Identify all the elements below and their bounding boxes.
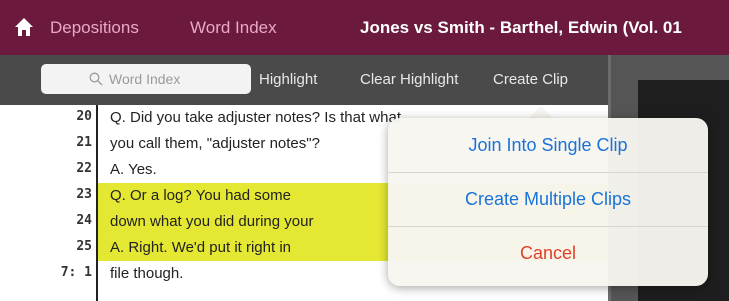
search-placeholder: Word Index	[109, 71, 181, 87]
line-text: you call them, "adjuster notes"?	[110, 135, 320, 152]
line-number: 21	[76, 135, 92, 150]
line-number: 23	[76, 187, 92, 202]
join-into-single-clip-button[interactable]: Join Into Single Clip	[388, 120, 708, 170]
line-number: 7: 1	[60, 265, 92, 280]
top-nav-bar: Depositions Word Index Jones vs Smith - …	[0, 0, 729, 55]
popover-divider	[388, 172, 708, 173]
search-input[interactable]: Word Index	[41, 64, 251, 94]
popover-divider	[388, 226, 708, 227]
highlight-button[interactable]: Highlight	[259, 71, 317, 88]
search-icon	[89, 72, 103, 86]
line-number: 20	[76, 109, 92, 124]
line-text: file though.	[110, 265, 184, 282]
cancel-button[interactable]: Cancel	[388, 228, 708, 278]
clear-highlight-button[interactable]: Clear Highlight	[360, 71, 458, 88]
line-text: A. Right. We'd put it right in	[110, 239, 292, 256]
line-text: down what you did during your	[110, 213, 314, 230]
line-text: A. Yes.	[110, 161, 157, 178]
nav-depositions-link[interactable]: Depositions	[50, 18, 139, 38]
home-icon[interactable]	[14, 17, 34, 37]
create-clip-button[interactable]: Create Clip	[493, 71, 568, 88]
line-number: 25	[76, 239, 92, 254]
line-number: 24	[76, 213, 92, 228]
line-text: Q. Did you take adjuster notes? Is that …	[110, 109, 401, 126]
case-title: Jones vs Smith - Barthel, Edwin (Vol. 01	[360, 18, 682, 37]
create-clip-popover: Join Into Single Clip Create Multiple Cl…	[388, 118, 708, 286]
line-text: Q. Or a log? You had some	[110, 187, 291, 204]
nav-word-index-link[interactable]: Word Index	[190, 18, 277, 38]
create-multiple-clips-button[interactable]: Create Multiple Clips	[388, 174, 708, 224]
line-number: 22	[76, 161, 92, 176]
